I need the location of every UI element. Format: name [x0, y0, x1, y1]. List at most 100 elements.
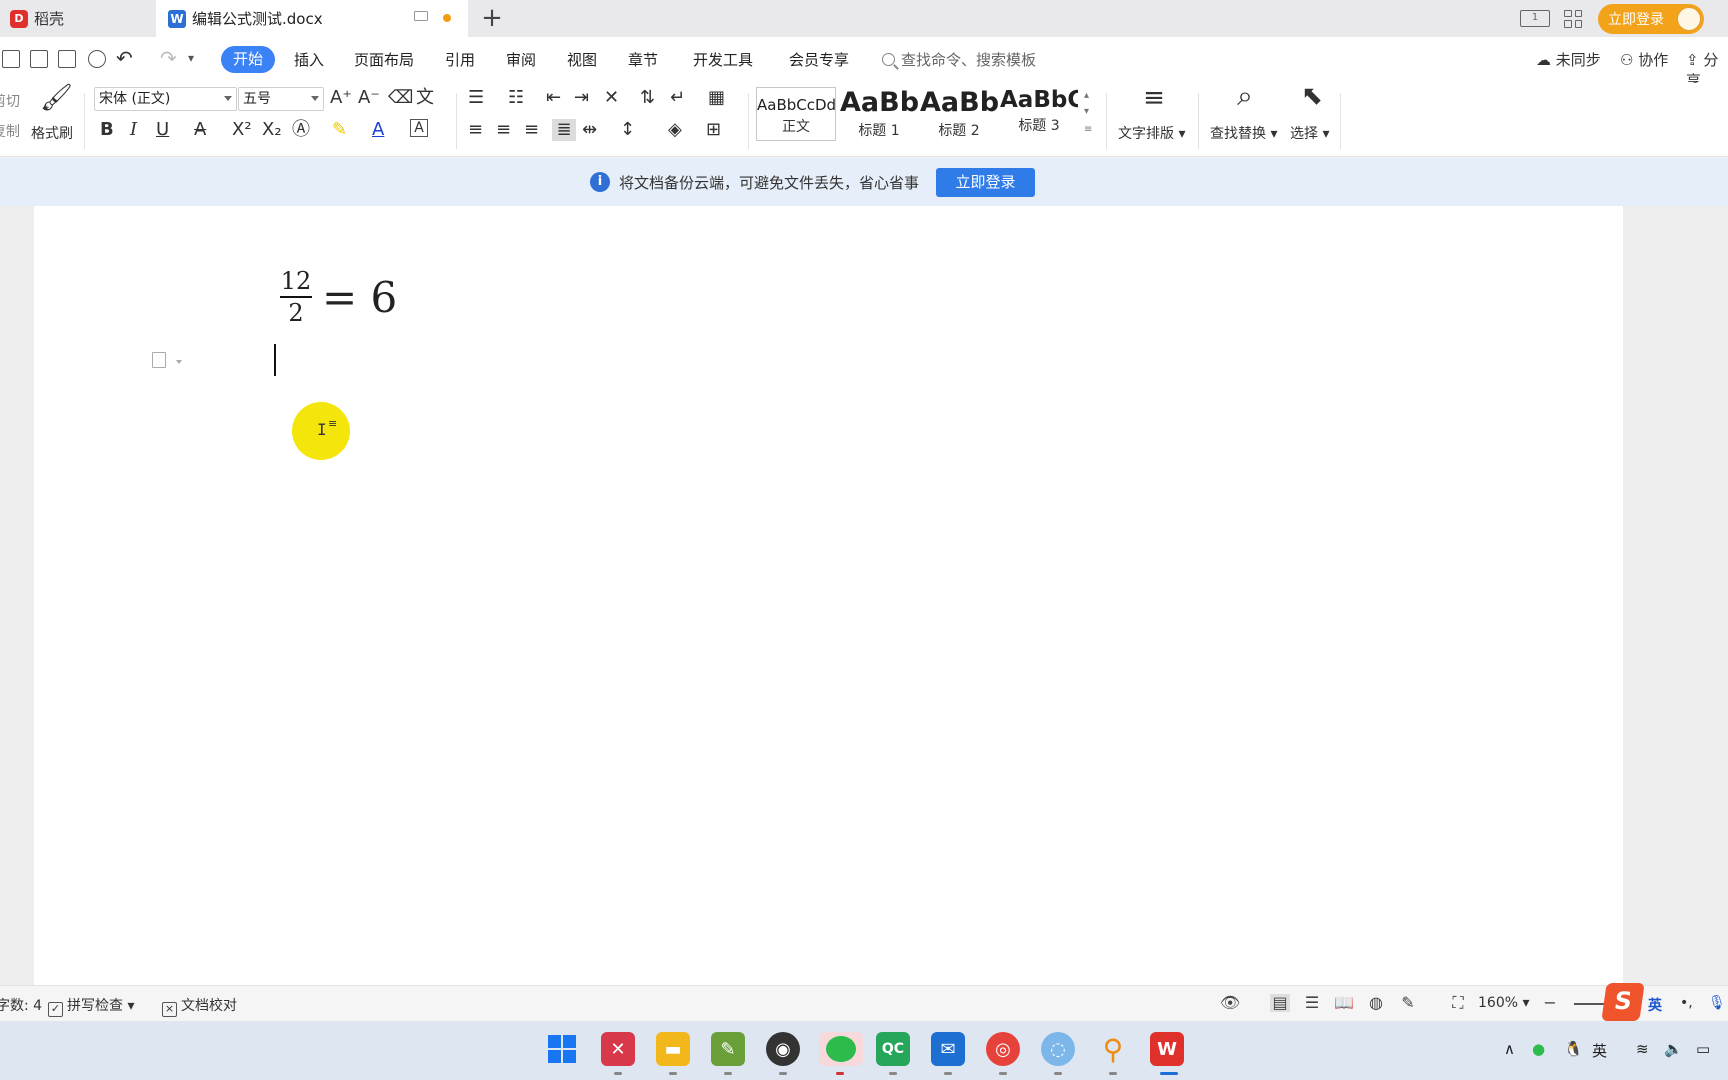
- notice-login-button[interactable]: 立即登录: [936, 168, 1035, 197]
- tab-daoke[interactable]: D 稻壳: [0, 0, 154, 37]
- zoom-out-icon[interactable]: −: [1540, 994, 1560, 1012]
- sogou-ime-icon[interactable]: S: [1601, 983, 1645, 1021]
- subscript-icon[interactable]: X₂: [262, 119, 282, 141]
- doc-proof-button[interactable]: × 文档校对: [162, 995, 237, 1017]
- tab-view[interactable]: 视图: [567, 49, 597, 70]
- shrink-font-icon[interactable]: A⁻: [358, 87, 380, 109]
- font-name-select[interactable]: 宋体 (正文): [94, 87, 237, 111]
- styles-more-icon[interactable]: ≡: [1084, 119, 1092, 141]
- window-layout-icon[interactable]: 1: [1520, 10, 1550, 27]
- login-button-top[interactable]: 立即登录: [1598, 3, 1704, 34]
- superscript-icon[interactable]: X²: [232, 119, 252, 141]
- app-globe-icon[interactable]: ◌: [1041, 1032, 1075, 1066]
- mail-icon[interactable]: ✉: [931, 1032, 965, 1066]
- tray-qq-icon[interactable]: 🐧: [1564, 1040, 1583, 1058]
- select-pointer-icon[interactable]: ⬉: [1300, 83, 1324, 109]
- cut-button[interactable]: 剪切: [0, 91, 20, 111]
- print-icon[interactable]: [58, 50, 76, 68]
- shading-icon[interactable]: ◈: [668, 119, 682, 141]
- export-icon[interactable]: [30, 50, 48, 68]
- ruler-icon[interactable]: ▦: [708, 87, 725, 109]
- tab-references[interactable]: 引用: [445, 49, 475, 70]
- collaborate-button[interactable]: ⚇ 协作: [1620, 49, 1668, 70]
- style-heading-2[interactable]: AaBb( 标题 2: [920, 87, 998, 141]
- format-painter-label[interactable]: 格式刷: [31, 123, 73, 143]
- file-explorer-icon[interactable]: ▬: [656, 1032, 690, 1066]
- wifi-icon[interactable]: ≋: [1636, 1040, 1649, 1058]
- ime-language-indicator[interactable]: 英: [1648, 995, 1662, 1015]
- align-left-icon[interactable]: ≡: [468, 119, 483, 141]
- word-count[interactable]: 字数: 4: [0, 995, 42, 1015]
- italic-icon[interactable]: I: [130, 119, 137, 141]
- increase-indent-icon[interactable]: ⇥: [574, 87, 589, 109]
- clear-format-icon[interactable]: ⌫: [388, 87, 413, 109]
- command-search-input[interactable]: 查找命令、搜索模板: [882, 49, 1036, 70]
- text-layout-button[interactable]: 文字排版 ▾: [1118, 123, 1185, 143]
- align-right-icon[interactable]: ≡: [524, 119, 539, 141]
- font-size-select[interactable]: 五号: [238, 87, 324, 111]
- tray-ime-label[interactable]: 英: [1592, 1040, 1607, 1061]
- new-tab-button[interactable]: +: [478, 4, 506, 32]
- style-normal[interactable]: AaBbCcDd 正文: [756, 87, 836, 141]
- chrome-icon[interactable]: ◎: [986, 1032, 1020, 1066]
- quick-access-more-icon[interactable]: ▾: [188, 47, 194, 69]
- text-effect-icon[interactable]: Ⓐ: [292, 119, 310, 141]
- ime-punctuation-icon[interactable]: •,: [1680, 995, 1693, 1011]
- tab-review[interactable]: 审阅: [506, 49, 536, 70]
- zoom-level[interactable]: 160% ▾: [1478, 995, 1530, 1011]
- font-color-icon[interactable]: A: [372, 119, 384, 141]
- line-spacing-icon[interactable]: ↕: [620, 119, 635, 141]
- sort-icon[interactable]: ⇅: [640, 87, 655, 109]
- cloud-sync-button[interactable]: ☁ 未同步: [1536, 49, 1601, 70]
- phonetic-guide-icon[interactable]: 文: [416, 87, 434, 109]
- format-painter-icon[interactable]: 🖌: [40, 85, 73, 111]
- save-icon[interactable]: [2, 50, 20, 68]
- app-media-icon[interactable]: ◉: [766, 1032, 800, 1066]
- tab-sections[interactable]: 章节: [628, 49, 658, 70]
- tray-expand-icon[interactable]: ∧: [1504, 1040, 1515, 1058]
- page-view-icon[interactable]: ▤: [1270, 994, 1290, 1012]
- spell-check-button[interactable]: ✓ 拼写检查 ▾: [48, 995, 134, 1017]
- battery-icon[interactable]: ▭: [1696, 1040, 1710, 1058]
- underline-icon[interactable]: U: [156, 119, 169, 141]
- chevron-down-icon[interactable]: [176, 360, 182, 364]
- strikethrough-icon[interactable]: A: [194, 119, 206, 141]
- undo-icon[interactable]: ↶: [116, 47, 133, 69]
- highlight-icon[interactable]: ✎: [332, 119, 347, 141]
- tab-page-layout[interactable]: 页面布局: [354, 49, 414, 70]
- tab-document[interactable]: W 编辑公式测试.docx: [156, 0, 468, 37]
- tab-developer[interactable]: 开发工具: [693, 49, 753, 70]
- decrease-indent-icon[interactable]: ⇤: [546, 87, 561, 109]
- app-green-icon[interactable]: ✎: [711, 1032, 745, 1066]
- paragraph-handle-icon[interactable]: [152, 352, 166, 368]
- style-heading-3[interactable]: AaBbC 标题 3: [1000, 87, 1078, 141]
- apps-grid-icon[interactable]: [1564, 9, 1582, 28]
- outline-view-icon[interactable]: ☰: [1302, 994, 1322, 1012]
- char-border-icon[interactable]: A: [410, 119, 428, 137]
- print-preview-icon[interactable]: [88, 50, 106, 68]
- align-center-icon[interactable]: ≡: [496, 119, 511, 141]
- redo-icon[interactable]: ↷: [160, 47, 177, 69]
- microphone-icon[interactable]: 🎙: [1708, 995, 1726, 1011]
- wps-icon[interactable]: W: [1150, 1032, 1184, 1066]
- wechat-icon[interactable]: [819, 1032, 863, 1066]
- present-icon[interactable]: [414, 11, 428, 21]
- chinese-layout-icon[interactable]: ✕: [604, 87, 619, 109]
- text-layout-icon[interactable]: ≡: [1140, 85, 1168, 111]
- eye-protection-icon[interactable]: 👁: [1220, 994, 1240, 1012]
- copy-button[interactable]: 复制: [0, 121, 20, 141]
- write-mode-icon[interactable]: ✎: [1398, 994, 1418, 1012]
- bold-icon[interactable]: B: [100, 119, 114, 141]
- find-replace-button[interactable]: 查找替换 ▾: [1210, 123, 1277, 143]
- app-qc-icon[interactable]: QC: [876, 1032, 910, 1066]
- document-page[interactable]: 12 2 = 6 I ≡: [34, 206, 1623, 985]
- volume-icon[interactable]: 🔈: [1664, 1040, 1683, 1058]
- justify-icon[interactable]: ≣: [552, 119, 576, 141]
- show-marks-icon[interactable]: ↵: [670, 87, 685, 109]
- numbered-list-icon[interactable]: ☷: [508, 87, 524, 109]
- tray-wechat-icon[interactable]: ●: [1532, 1040, 1545, 1058]
- select-button[interactable]: 选择 ▾: [1290, 123, 1329, 143]
- distribute-icon[interactable]: ⇹: [582, 119, 597, 141]
- bullet-list-icon[interactable]: ☰: [468, 87, 484, 109]
- search-app-icon[interactable]: ⚲: [1096, 1032, 1130, 1066]
